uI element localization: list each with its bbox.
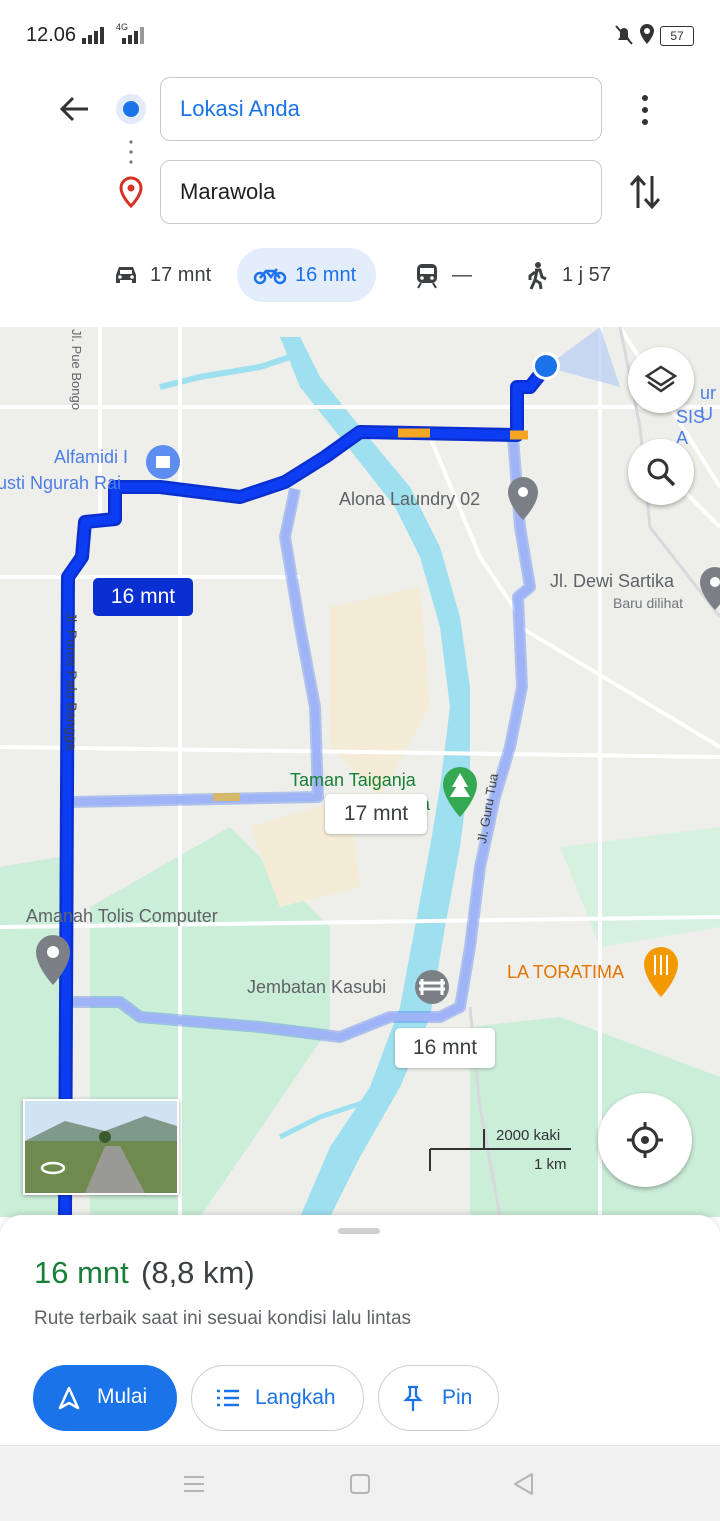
- mode-car[interactable]: 17 mnt: [108, 248, 228, 302]
- navigation-arrow-icon: [58, 1386, 80, 1410]
- network-type: 4G: [116, 22, 129, 32]
- route-time-label[interactable]: 16 mnt: [93, 578, 193, 616]
- destination-pin-icon: [119, 176, 143, 208]
- status-time: 12.06: [26, 24, 77, 46]
- place-label[interactable]: usti Ngurah Rai: [0, 473, 121, 494]
- back-arrow-icon[interactable]: [58, 94, 92, 124]
- status-bar: 12.06 4G 57: [0, 0, 720, 70]
- motorcycle-icon: [253, 268, 287, 285]
- pin-label: Pin: [442, 1386, 473, 1409]
- destination-input[interactable]: Marawola: [160, 160, 602, 224]
- origin-dot-icon: [116, 94, 146, 124]
- street-view-thumbnail[interactable]: [23, 1099, 179, 1195]
- location-icon: [640, 24, 654, 44]
- walk-icon: [528, 262, 547, 290]
- train-icon: [417, 264, 437, 289]
- mode-motorcycle-label: 16 mnt: [295, 264, 357, 286]
- search-icon: [647, 458, 676, 487]
- mute-bell-icon: [615, 25, 633, 45]
- route-sheet[interactable]: 16 mnt (8,8 km) Rute terbaik saat ini se…: [0, 1215, 720, 1445]
- origin-input[interactable]: Lokasi Anda: [160, 77, 602, 141]
- crosshair-icon: [627, 1122, 663, 1158]
- place-label[interactable]: Alfamidi I: [54, 447, 128, 468]
- my-location-button[interactable]: [598, 1093, 692, 1187]
- route-time-label[interactable]: 17 mnt: [325, 794, 427, 834]
- street-view-image: [25, 1101, 177, 1193]
- shopping-pin-icon: [146, 445, 180, 479]
- home-icon[interactable]: [349, 1473, 371, 1495]
- restaurant-pin-icon: [644, 947, 678, 997]
- start-label: Mulai: [97, 1385, 148, 1408]
- route-distance: (8,8 km): [141, 1255, 255, 1290]
- back-icon[interactable]: [512, 1472, 534, 1496]
- more-options-icon[interactable]: [636, 92, 654, 128]
- mode-car-label: 17 mnt: [150, 264, 212, 286]
- mode-walk[interactable]: 1 j 57: [524, 248, 624, 302]
- place-pin-icon: [700, 567, 720, 610]
- route-dots-icon: [129, 140, 133, 164]
- place-pin-icon: [508, 477, 538, 520]
- road-label: Jl. Pue Bongo: [69, 329, 84, 410]
- map-view[interactable]: Jl. Pue Bongo Jl. Poros Palu Bangga Jl. …: [0, 327, 720, 1217]
- place-label[interactable]: Amanah Tolis Computer: [26, 906, 218, 927]
- menu-icon[interactable]: [182, 1474, 206, 1494]
- scale-label: 1 km: [534, 1156, 567, 1173]
- search-button[interactable]: [628, 439, 694, 505]
- road-label: Jl. Poros Palu Bangga: [64, 612, 80, 751]
- start-button[interactable]: Mulai: [33, 1365, 177, 1431]
- scale-label: 2000 kaki: [496, 1127, 561, 1144]
- mode-transit-label: —: [452, 264, 472, 286]
- place-label[interactable]: Jembatan Kasubi: [247, 977, 386, 998]
- place-sublabel: Baru dilihat: [613, 595, 684, 611]
- place-label[interactable]: LA TORATIMA: [507, 962, 624, 983]
- system-nav-bar: [0, 1445, 720, 1521]
- layers-button[interactable]: [628, 347, 694, 413]
- steps-button[interactable]: Langkah: [191, 1365, 364, 1431]
- mode-transit[interactable]: —: [412, 248, 482, 302]
- route-time-label[interactable]: 16 mnt: [395, 1028, 495, 1068]
- steps-label: Langkah: [255, 1386, 336, 1409]
- directions-panel: Lokasi Anda Marawola 17 mnt 16 mnt — 1 j…: [0, 70, 720, 327]
- pin-button[interactable]: Pin: [378, 1365, 499, 1431]
- route-duration: 16 mnt: [34, 1255, 129, 1290]
- place-label[interactable]: Alona Laundry 02: [339, 489, 480, 510]
- rotate-360-icon: [40, 1161, 66, 1175]
- layers-icon: [644, 365, 678, 393]
- mode-motorcycle[interactable]: 16 mnt: [237, 248, 376, 302]
- pin-icon: [403, 1385, 423, 1411]
- list-icon: [217, 1389, 239, 1407]
- place-label[interactable]: Taman Taiganja: [290, 770, 416, 791]
- drag-handle[interactable]: [338, 1228, 380, 1234]
- place-label: SIS A: [676, 407, 706, 448]
- swap-icon[interactable]: [628, 172, 662, 212]
- mode-walk-label: 1 j 57: [562, 264, 611, 286]
- bridge-pin-icon: [415, 970, 449, 1004]
- car-icon: [116, 267, 136, 283]
- battery-icon: 57: [660, 26, 694, 46]
- place-label[interactable]: Jl. Dewi Sartika: [550, 571, 674, 592]
- route-note: Rute terbaik saat ini sesuai kondisi lal…: [34, 1308, 412, 1329]
